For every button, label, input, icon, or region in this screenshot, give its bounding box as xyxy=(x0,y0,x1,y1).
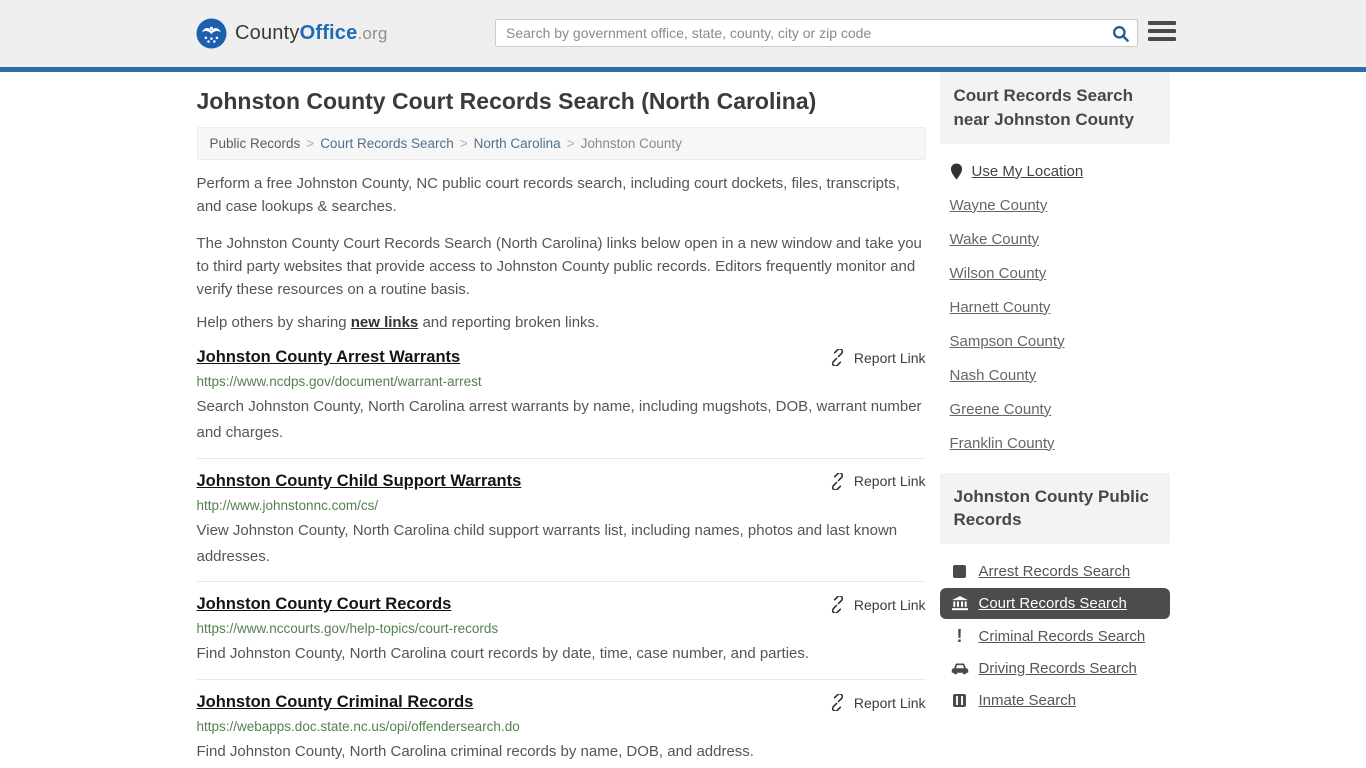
intro-text: Perform a free Johnston County, NC publi… xyxy=(197,172,926,301)
nearby-county-list: Wayne County Wake County Wilson County Harn… xyxy=(950,197,1170,452)
eagle-logo-icon xyxy=(196,18,227,49)
listing-description: View Johnston County, North Carolina chi… xyxy=(197,518,926,570)
breadcrumb: Public Records > Court Records Search > Nort… xyxy=(197,127,926,160)
listing-description: Search Johnston County, North Carolina a… xyxy=(197,394,926,446)
listing-url[interactable]: http://www.johnstonnc.com/cs/ xyxy=(197,498,926,513)
search-icon[interactable] xyxy=(1103,20,1137,46)
breadcrumb-item[interactable]: Public Records xyxy=(210,136,301,151)
nearby-county-link[interactable]: Greene County xyxy=(950,401,1170,418)
breadcrumb-item: Johnston County xyxy=(581,136,682,151)
nearby-county-link[interactable]: Wake County xyxy=(950,231,1170,248)
report-link-button[interactable]: Report Link xyxy=(829,349,926,366)
listing-description: Find Johnston County, North Carolina cou… xyxy=(197,641,926,667)
car-icon xyxy=(950,662,970,676)
sidebar-item-label: Arrest Records Search xyxy=(979,563,1131,580)
listing-item: Johnston County Child Support Warrants R… xyxy=(197,459,926,583)
broken-link-icon xyxy=(829,694,846,711)
sidebar-item-arrest-records-search[interactable]: Arrest Records Search xyxy=(940,556,1170,587)
top-header: CountyOffice.org xyxy=(0,0,1366,67)
nearby-county-link[interactable]: Wayne County xyxy=(950,197,1170,214)
report-link-button[interactable]: Report Link xyxy=(829,694,926,711)
listings-section: Johnston County Arrest Warrants Report L… xyxy=(197,335,926,768)
listing-description: Find Johnston County, North Carolina cri… xyxy=(197,739,926,765)
breadcrumb-separator: > xyxy=(567,136,575,151)
listing-title-link[interactable]: Johnston County Child Support Warrants xyxy=(197,472,522,491)
page-title: Johnston County Court Records Search (No… xyxy=(197,88,926,115)
share-line: Help others by sharing new links and rep… xyxy=(197,314,926,331)
use-my-location-button[interactable]: Use My Location xyxy=(950,163,1170,180)
location-pin-icon xyxy=(950,163,963,180)
sidebar-item-label: Inmate Search xyxy=(979,692,1077,709)
exclamation-icon: ! xyxy=(950,627,970,645)
handcuffs-square-icon xyxy=(950,565,970,578)
listing-url[interactable]: https://www.ncdps.gov/document/warrant-a… xyxy=(197,374,926,389)
sidebar-item-label: Criminal Records Search xyxy=(979,628,1146,645)
breadcrumb-item[interactable]: North Carolina xyxy=(474,136,561,151)
nearby-county-link[interactable]: Sampson County xyxy=(950,333,1170,350)
header-search xyxy=(495,19,1138,47)
listing-item: Johnston County Court Records Report Lin… xyxy=(197,582,926,680)
breadcrumb-separator: > xyxy=(460,136,468,151)
listing-title-link[interactable]: Johnston County Arrest Warrants xyxy=(197,348,461,367)
listing-item: Johnston County Arrest Warrants Report L… xyxy=(197,335,926,459)
sidebar-item-label: Driving Records Search xyxy=(979,660,1137,677)
report-link-button[interactable]: Report Link xyxy=(829,596,926,613)
sidebar-item-criminal-records-search[interactable]: ! Criminal Records Search xyxy=(940,620,1170,652)
sidebar-item-driving-records-search[interactable]: Driving Records Search xyxy=(940,653,1170,684)
new-links-link[interactable]: new links xyxy=(351,314,419,331)
public-records-list: Arrest Records Search Court Records Searc… xyxy=(940,556,1170,716)
nearby-county-link[interactable]: Franklin County xyxy=(950,435,1170,452)
breadcrumb-separator: > xyxy=(306,136,314,151)
search-input[interactable] xyxy=(496,25,1103,41)
inmate-bars-icon xyxy=(950,694,970,707)
sidebar-item-court-records-search[interactable]: Court Records Search xyxy=(940,588,1170,619)
courthouse-icon xyxy=(950,596,970,611)
report-link-button[interactable]: Report Link xyxy=(829,473,926,490)
sidebar: Court Records Search near Johnston Count… xyxy=(940,72,1170,768)
nearby-county-link[interactable]: Harnett County xyxy=(950,299,1170,316)
listing-title-link[interactable]: Johnston County Criminal Records xyxy=(197,693,474,712)
listing-url[interactable]: https://www.nccourts.gov/help-topics/cou… xyxy=(197,621,926,636)
sidebar-item-inmate-search[interactable]: Inmate Search xyxy=(940,685,1170,716)
nearby-county-link[interactable]: Wilson County xyxy=(950,265,1170,282)
listing-url[interactable]: https://webapps.doc.state.nc.us/opi/offe… xyxy=(197,719,926,734)
public-records-header: Johnston County Public Records xyxy=(940,473,1170,545)
nearby-county-link[interactable]: Nash County xyxy=(950,367,1170,384)
sidebar-item-label: Court Records Search xyxy=(979,595,1127,612)
intro-paragraph: The Johnston County Court Records Search… xyxy=(197,232,926,302)
near-counties-header: Court Records Search near Johnston Count… xyxy=(940,72,1170,144)
logo-wordmark: CountyOffice.org xyxy=(235,22,388,45)
countyoffice-logo[interactable]: CountyOffice.org xyxy=(196,18,388,49)
listing-title-link[interactable]: Johnston County Court Records xyxy=(197,595,452,614)
broken-link-icon xyxy=(829,349,846,366)
breadcrumb-item[interactable]: Court Records Search xyxy=(320,136,454,151)
menu-icon[interactable] xyxy=(1148,21,1176,45)
intro-paragraph: Perform a free Johnston County, NC publi… xyxy=(197,172,926,219)
listing-item: Johnston County Criminal Records Report … xyxy=(197,680,926,768)
broken-link-icon xyxy=(829,596,846,613)
broken-link-icon xyxy=(829,473,846,490)
